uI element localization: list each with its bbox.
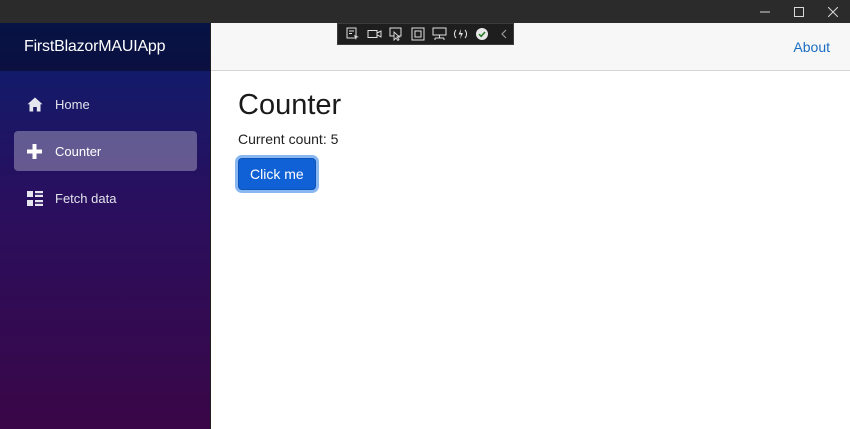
- hot-reload-icon[interactable]: [452, 26, 471, 42]
- nav-menu: Home Counter Fetch data: [0, 71, 211, 218]
- sidebar-item-label: Home: [55, 96, 90, 112]
- minimize-icon[interactable]: [748, 0, 782, 23]
- debug-toolbar: [337, 23, 514, 45]
- about-link[interactable]: About: [793, 39, 830, 55]
- select-element-icon[interactable]: [344, 26, 363, 42]
- sidebar-divider: [210, 23, 211, 429]
- sidebar-item-fetch-data[interactable]: Fetch data: [14, 178, 197, 218]
- chevron-left-icon[interactable]: [495, 26, 514, 42]
- sidebar-item-home[interactable]: Home: [14, 84, 197, 124]
- brand-bar: FirstBlazorMAUIApp: [0, 23, 211, 71]
- sidebar-item-label: Fetch data: [55, 190, 117, 206]
- main-content: Counter Current count: 5 Click me: [238, 88, 341, 190]
- maximize-icon[interactable]: [782, 0, 816, 23]
- top-row: About: [211, 23, 850, 71]
- title-bar: [0, 0, 850, 23]
- page-title: Counter: [238, 89, 342, 121]
- close-icon[interactable]: [816, 0, 850, 23]
- sidebar-item-label: Counter: [55, 143, 102, 159]
- pointer-icon[interactable]: [387, 26, 406, 42]
- plus-icon: [26, 143, 43, 160]
- click-me-button[interactable]: Click me: [238, 158, 316, 190]
- list-rich-icon: [26, 190, 43, 207]
- sidebar: FirstBlazorMAUIApp Home Counter Fetch da…: [0, 23, 211, 429]
- app-brand[interactable]: FirstBlazorMAUIApp: [24, 38, 166, 56]
- current-count-text: Current count: 5: [238, 131, 339, 147]
- check-circle-icon[interactable]: [473, 26, 492, 42]
- window-controls: [748, 0, 850, 23]
- home-icon: [26, 96, 43, 113]
- sidebar-item-counter[interactable]: Counter: [14, 131, 197, 171]
- display-layout-icon[interactable]: [430, 26, 449, 42]
- frame-icon[interactable]: [409, 26, 428, 42]
- video-icon[interactable]: [366, 26, 385, 42]
- app-window: FirstBlazorMAUIApp Home Counter Fetch da…: [0, 0, 850, 429]
